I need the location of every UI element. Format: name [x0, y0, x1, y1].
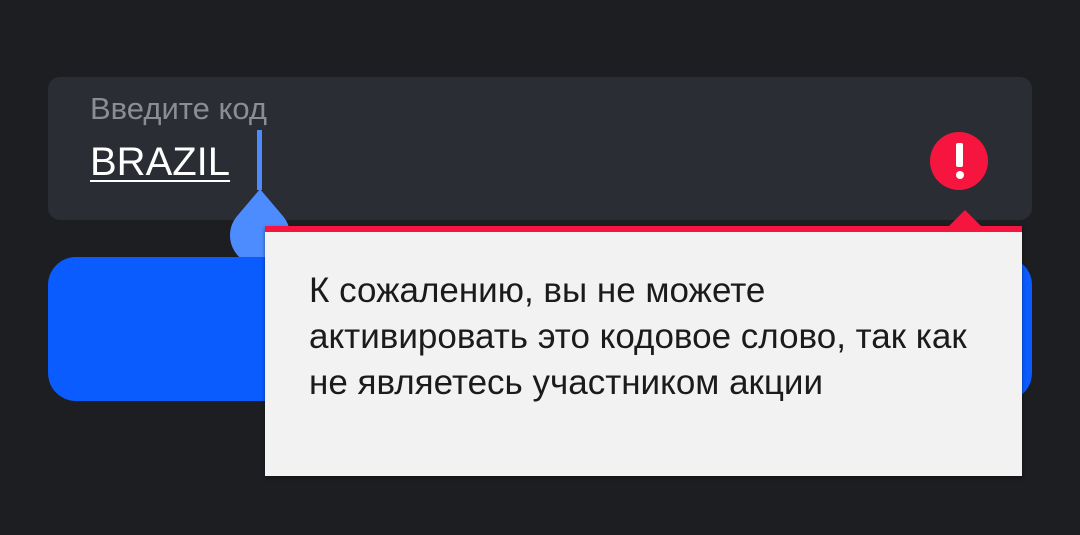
- error-message: К сожалению, вы не можете активировать э…: [309, 271, 967, 402]
- code-field-value[interactable]: BRAZIL: [90, 139, 230, 185]
- code-field-label: Введите код: [90, 91, 268, 126]
- code-input-field[interactable]: Введите код BRAZIL: [48, 77, 1032, 265]
- text-cursor: [257, 130, 262, 190]
- tooltip-arrow: [949, 210, 981, 226]
- exclamation-circle-icon[interactable]: [930, 132, 988, 190]
- error-tooltip: К сожалению, вы не можете активировать э…: [265, 210, 1022, 476]
